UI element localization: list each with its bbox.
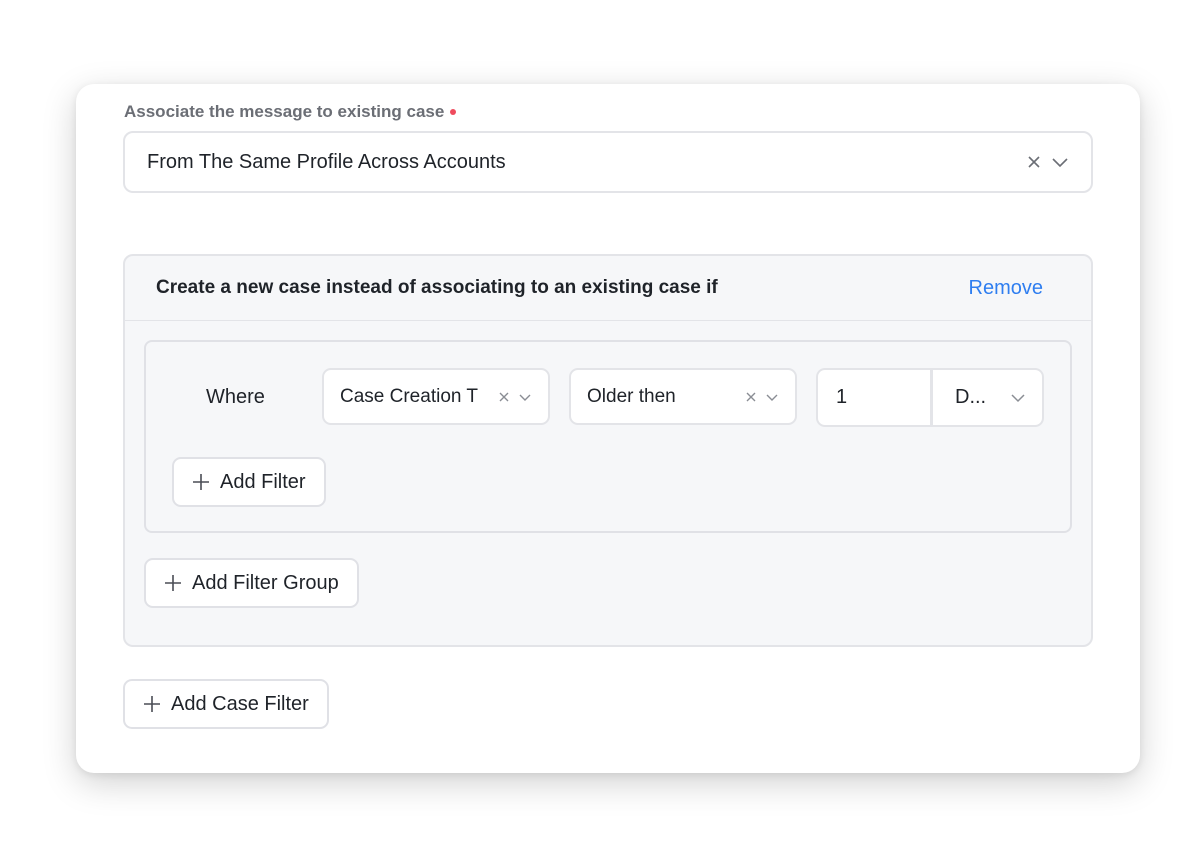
unit-select[interactable]: D... — [930, 368, 1044, 427]
add-case-filter-button[interactable]: Add Case Filter — [123, 679, 329, 729]
add-filter-group-label: Add Filter Group — [192, 571, 339, 594]
plus-icon — [143, 695, 161, 713]
required-indicator — [450, 109, 457, 115]
add-filter-group-button[interactable]: Add Filter Group — [144, 558, 359, 608]
operator-select-value: Older then — [587, 385, 676, 407]
unit-select-value: D... — [955, 386, 987, 408]
amount-input-value: 1 — [836, 386, 848, 408]
association-label-text: Associate the message to existing case — [124, 102, 445, 121]
case-association-card: Associate the message to existing case F… — [76, 84, 1140, 773]
field-select-value: Case Creation T — [340, 385, 478, 407]
operator-select[interactable]: Older then — [569, 368, 797, 425]
chevron-down-icon[interactable] — [518, 392, 532, 402]
amount-input[interactable]: 1 — [816, 368, 932, 427]
plus-icon — [192, 473, 210, 491]
close-icon[interactable] — [745, 391, 757, 403]
chevron-down-icon[interactable] — [1010, 393, 1026, 403]
remove-link[interactable]: Remove — [969, 277, 1043, 300]
chevron-down-icon[interactable] — [765, 392, 779, 402]
chevron-down-icon[interactable] — [1051, 156, 1069, 168]
add-filter-label: Add Filter — [220, 470, 306, 493]
plus-icon — [164, 574, 182, 592]
close-icon[interactable] — [498, 391, 510, 403]
panel-header: Create a new case instead of associating… — [125, 256, 1091, 321]
add-case-filter-label: Add Case Filter — [171, 692, 309, 715]
panel-title: Create a new case instead of associating… — [156, 277, 718, 298]
association-select-value: From The Same Profile Across Accounts — [147, 150, 506, 173]
association-field-label: Associate the message to existing case — [124, 102, 457, 122]
filter-group: Where Case Creation T Older then 1 D... … — [144, 340, 1072, 533]
new-case-condition-panel: Create a new case instead of associating… — [123, 254, 1093, 647]
close-icon[interactable] — [1027, 155, 1041, 169]
field-select[interactable]: Case Creation T — [322, 368, 550, 425]
add-filter-button[interactable]: Add Filter — [172, 457, 326, 507]
where-label: Where — [206, 386, 265, 408]
association-select[interactable]: From The Same Profile Across Accounts — [123, 131, 1093, 193]
